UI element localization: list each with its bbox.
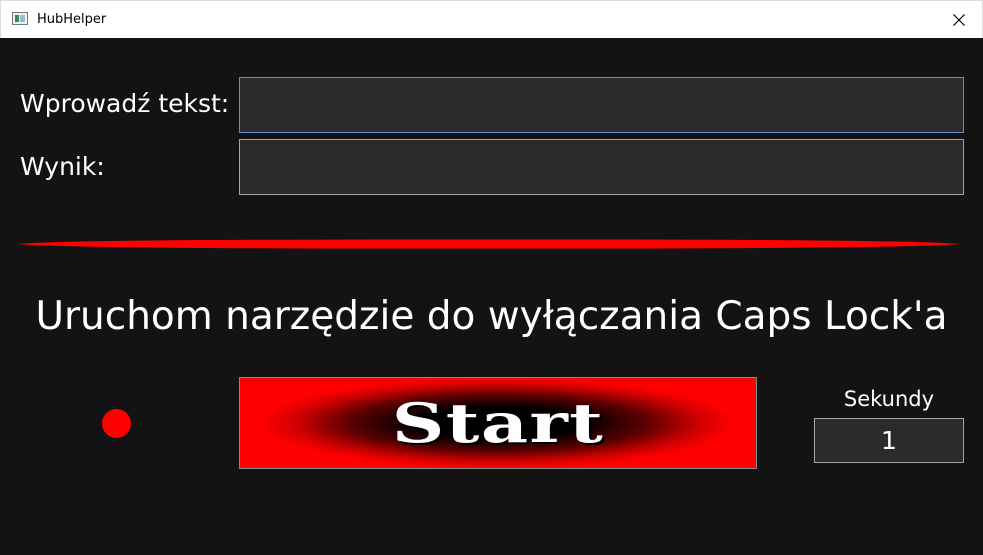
close-icon <box>953 14 965 26</box>
start-button-label: Start <box>391 391 605 455</box>
close-button[interactable] <box>936 1 982 39</box>
seconds-label: Sekundy <box>843 387 935 411</box>
red-divider <box>17 239 960 249</box>
status-indicator <box>102 409 131 438</box>
input-text-field[interactable] <box>239 77 964 133</box>
app-window-icon <box>12 12 28 25</box>
start-button[interactable]: Start <box>239 377 757 469</box>
capslock-tool-heading: Uruchom narzędzie do wyłączania Caps Loc… <box>35 294 948 339</box>
title-bar[interactable]: HubHelper <box>0 0 983 38</box>
seconds-input[interactable] <box>814 418 964 463</box>
result-field[interactable] <box>239 139 964 195</box>
app-window: HubHelper Wprowadź tekst: Wynik: Uruchom… <box>0 0 983 555</box>
window-title: HubHelper <box>37 12 107 27</box>
result-label: Wynik: <box>20 152 105 181</box>
input-text-label: Wprowadź tekst: <box>20 89 230 118</box>
